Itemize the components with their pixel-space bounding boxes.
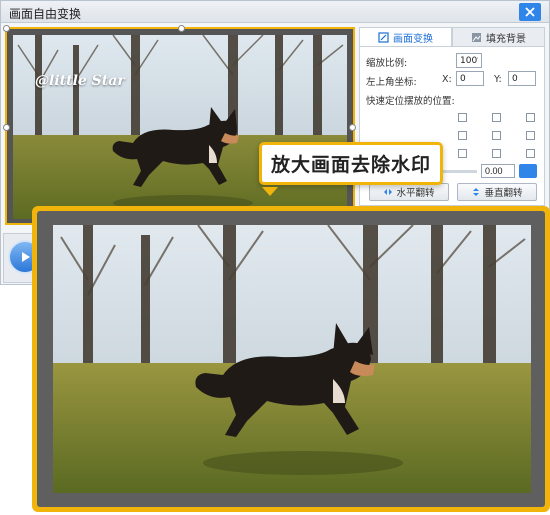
transform-icon (378, 31, 389, 43)
reset-icon[interactable] (519, 164, 537, 178)
vflip-button[interactable]: 垂直翻转 (457, 183, 537, 201)
tab-transform-label: 画面变换 (393, 33, 433, 45)
position-cell-ml[interactable] (458, 131, 467, 140)
position-cell-tr[interactable] (526, 113, 535, 122)
vflip-icon (473, 188, 480, 196)
zoom-slider[interactable] (441, 170, 477, 173)
position-cell-tm[interactable] (492, 113, 501, 122)
hflip-button[interactable]: 水平翻转 (369, 183, 449, 201)
scale-label: 缩放比例: (366, 58, 408, 69)
fill-icon (472, 32, 481, 42)
y-input[interactable] (508, 71, 536, 86)
hflip-icon (384, 189, 393, 195)
preview-canvas[interactable]: @little Star (3, 25, 356, 225)
topleft-label: 左上角坐标: (366, 77, 417, 88)
scale-input[interactable] (456, 53, 482, 68)
tab-transform[interactable]: 画面变换 (359, 27, 452, 47)
position-cell-tl[interactable] (458, 113, 467, 122)
close-button[interactable] (519, 3, 541, 21)
resize-handle-ml[interactable] (3, 124, 10, 131)
quick-position-label: 快速定位摆放的位置: (366, 96, 455, 107)
zoomed-preview-frame (32, 206, 550, 512)
y-label: Y: (494, 74, 502, 85)
position-cell-bm[interactable] (492, 149, 501, 158)
callout-arrow (262, 187, 278, 196)
tab-fill-label: 填充背景 (486, 33, 526, 45)
window-title: 画面自由变换 (9, 7, 82, 21)
resize-handle-tl[interactable] (3, 25, 10, 32)
tab-fill-background[interactable]: 填充背景 (452, 27, 545, 47)
hflip-label: 水平翻转 (396, 188, 435, 199)
resize-handle-mr[interactable] (349, 124, 356, 131)
x-label: X: (442, 74, 452, 85)
position-cell-br[interactable] (526, 149, 535, 158)
zoomed-image (53, 225, 531, 493)
position-cell-mr[interactable] (526, 131, 535, 140)
vflip-label: 垂直翻转 (484, 188, 523, 199)
position-cell-mm[interactable] (492, 131, 501, 140)
callout-text: 放大画面去除水印 (270, 154, 431, 176)
zoom-input[interactable] (481, 164, 515, 178)
zoomed-preview (37, 211, 545, 507)
preview-image (13, 35, 347, 219)
close-icon (525, 7, 535, 17)
callout-banner: 放大画面去除水印 (259, 142, 443, 185)
play-icon (22, 252, 30, 262)
position-cell-bl[interactable] (458, 149, 467, 158)
root: 画面自由变换 @little Star 画面变换 填充背景 缩放比例: 100%… (0, 0, 550, 515)
position-grid (456, 113, 540, 167)
x-input[interactable] (456, 71, 484, 86)
tab-bar: 画面变换 填充背景 (359, 27, 545, 47)
titlebar: 画面自由变换 (1, 1, 549, 23)
watermark-text: @little Star (35, 73, 125, 89)
resize-handle-tm[interactable] (178, 25, 185, 32)
